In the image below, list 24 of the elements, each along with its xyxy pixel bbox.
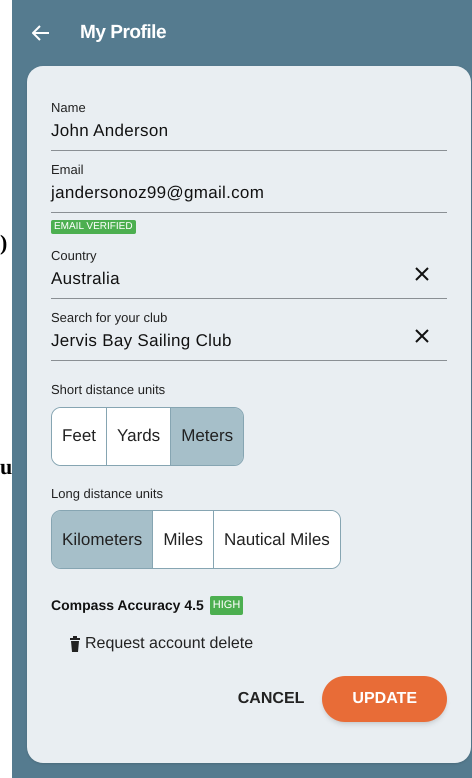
trash-icon [69, 636, 81, 652]
page-title: My Profile [80, 20, 166, 45]
text-field[interactable]: Search for your club Jervis Bay Sailing Club [51, 309, 447, 361]
back-arrow-icon[interactable] [32, 25, 50, 41]
accuracy-badge: HIGH [210, 596, 244, 615]
unit-option[interactable]: Meters [170, 408, 244, 464]
compass-accuracy-label: Compass Accuracy 4.5 [51, 596, 204, 615]
text-fragment: u [0, 456, 12, 478]
text-field[interactable]: Email jandersonoz99@gmail.com [51, 161, 447, 213]
group-label: Short distance units [51, 381, 166, 399]
verified-badge: EMAIL VERIFIED [51, 220, 136, 234]
text-fragment: ) [0, 232, 8, 254]
group-label: Long distance units [51, 484, 164, 503]
unit-option[interactable]: Yards [106, 408, 170, 464]
unit-option[interactable]: Feet [52, 408, 106, 464]
cancel-button[interactable]: CANCEL [234, 676, 308, 722]
text-field[interactable]: Country Australia [51, 247, 447, 299]
clear-icon[interactable] [415, 329, 429, 343]
text-field[interactable]: Name John Anderson [51, 99, 447, 151]
delete-account-link[interactable]: Request account delete [69, 632, 254, 656]
clear-icon[interactable] [415, 267, 429, 281]
unit-option[interactable]: Kilometers [52, 511, 152, 568]
unit-option[interactable]: Nautical Miles [212, 511, 340, 568]
unit-option[interactable]: Miles [152, 511, 213, 568]
